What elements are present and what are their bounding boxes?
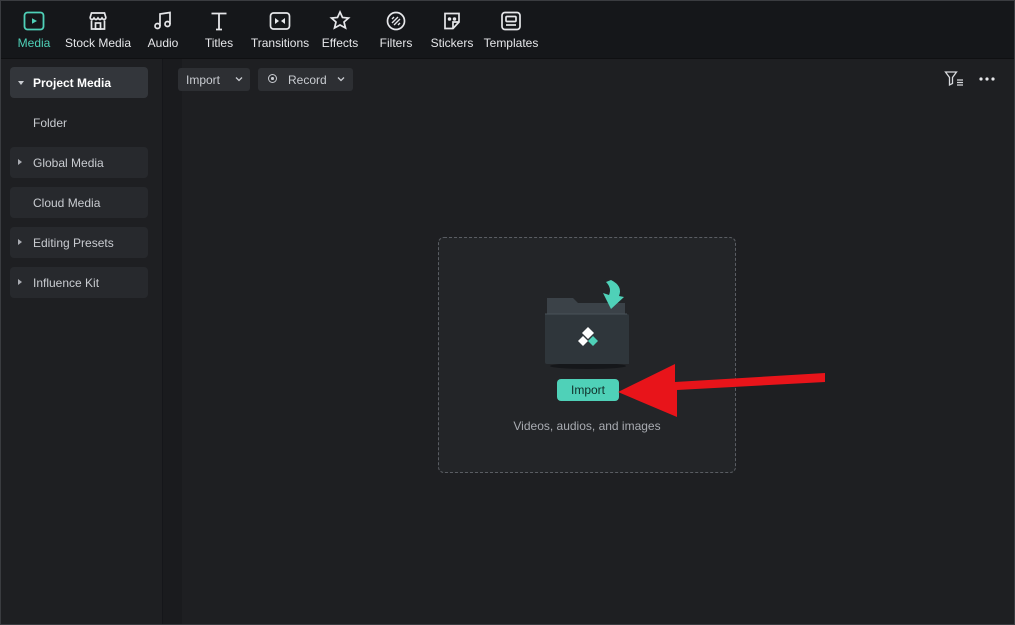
sidebar-item-global-media[interactable]: Global Media [10,147,148,178]
sidebar-item-label: Influence Kit [33,276,100,290]
record-dropdown[interactable]: Record [258,68,353,91]
effects-icon [328,9,352,33]
media-icon [22,9,46,33]
import-dropdown[interactable]: Import [178,68,250,91]
tab-filters-label: Filters [379,36,413,50]
sidebar-item-label: Folder [33,116,68,130]
media-panel: Import Record Import Videos, audios, and… [178,59,1014,624]
templates-icon [499,9,523,33]
folder-import-icon [545,280,629,369]
sidebar-item-editing-presets[interactable]: Editing Presets [10,227,148,258]
import-dropzone[interactable]: Import Videos, audios, and images [438,237,736,473]
tab-stickers-label: Stickers [430,36,474,50]
tab-transitions[interactable]: Transitions [250,1,310,58]
record-dropdown-label: Record [288,73,327,87]
import-dropdown-label: Import [186,73,221,87]
filters-icon [384,9,408,33]
tab-titles-label: Titles [204,36,234,50]
sidebar-item-folder[interactable]: Folder [10,107,148,138]
chevron-down-icon [18,81,24,85]
sidebar-item-cloud-media[interactable]: Cloud Media [10,187,148,218]
tab-audio[interactable]: Audio [143,1,183,58]
tab-transitions-label: Transitions [250,36,310,50]
tab-stock-media[interactable]: Stock Media [64,1,132,58]
filter-list-icon[interactable] [944,70,964,88]
chevron-right-icon [18,159,22,165]
sidebar-item-project-media[interactable]: Project Media [10,67,148,98]
sidebar: Project Media Folder Global Media Cloud … [1,59,163,624]
sidebar-item-label: Global Media [33,156,104,170]
audio-icon [151,9,175,33]
tab-filters[interactable]: Filters [376,1,416,58]
tab-media[interactable]: Media [13,1,55,58]
tab-audio-label: Audio [147,36,179,50]
panel-divider[interactable] [163,59,182,624]
tab-effects-label: Effects [321,36,359,50]
stock-media-icon [86,9,110,33]
chevron-down-icon [235,77,243,82]
tab-templates-label: Templates [483,36,539,50]
top-toolbar: Media Stock Media Audio Titles Transitio… [1,1,1014,59]
stickers-icon [440,9,464,33]
import-button[interactable]: Import [557,379,619,401]
sidebar-item-label: Project Media [33,76,112,90]
tab-effects[interactable]: Effects [319,1,361,58]
chevron-right-icon [18,279,22,285]
tab-stock-media-label: Stock Media [64,36,132,50]
record-icon [268,74,277,83]
chevron-down-icon [337,77,345,82]
more-horizontal-icon[interactable] [977,70,997,88]
transitions-icon [268,9,292,33]
sidebar-item-influence-kit[interactable]: Influence Kit [10,267,148,298]
tab-templates[interactable]: Templates [482,1,540,58]
tab-stickers[interactable]: Stickers [430,1,474,58]
import-hint-text: Videos, audios, and images [513,419,661,433]
titles-icon [207,9,231,33]
sidebar-item-label: Editing Presets [33,236,114,250]
tab-titles[interactable]: Titles [199,1,239,58]
sidebar-item-label: Cloud Media [33,196,101,210]
tab-media-label: Media [17,36,51,50]
app-window: Media Stock Media Audio Titles Transitio… [0,0,1015,625]
chevron-right-icon [18,239,22,245]
